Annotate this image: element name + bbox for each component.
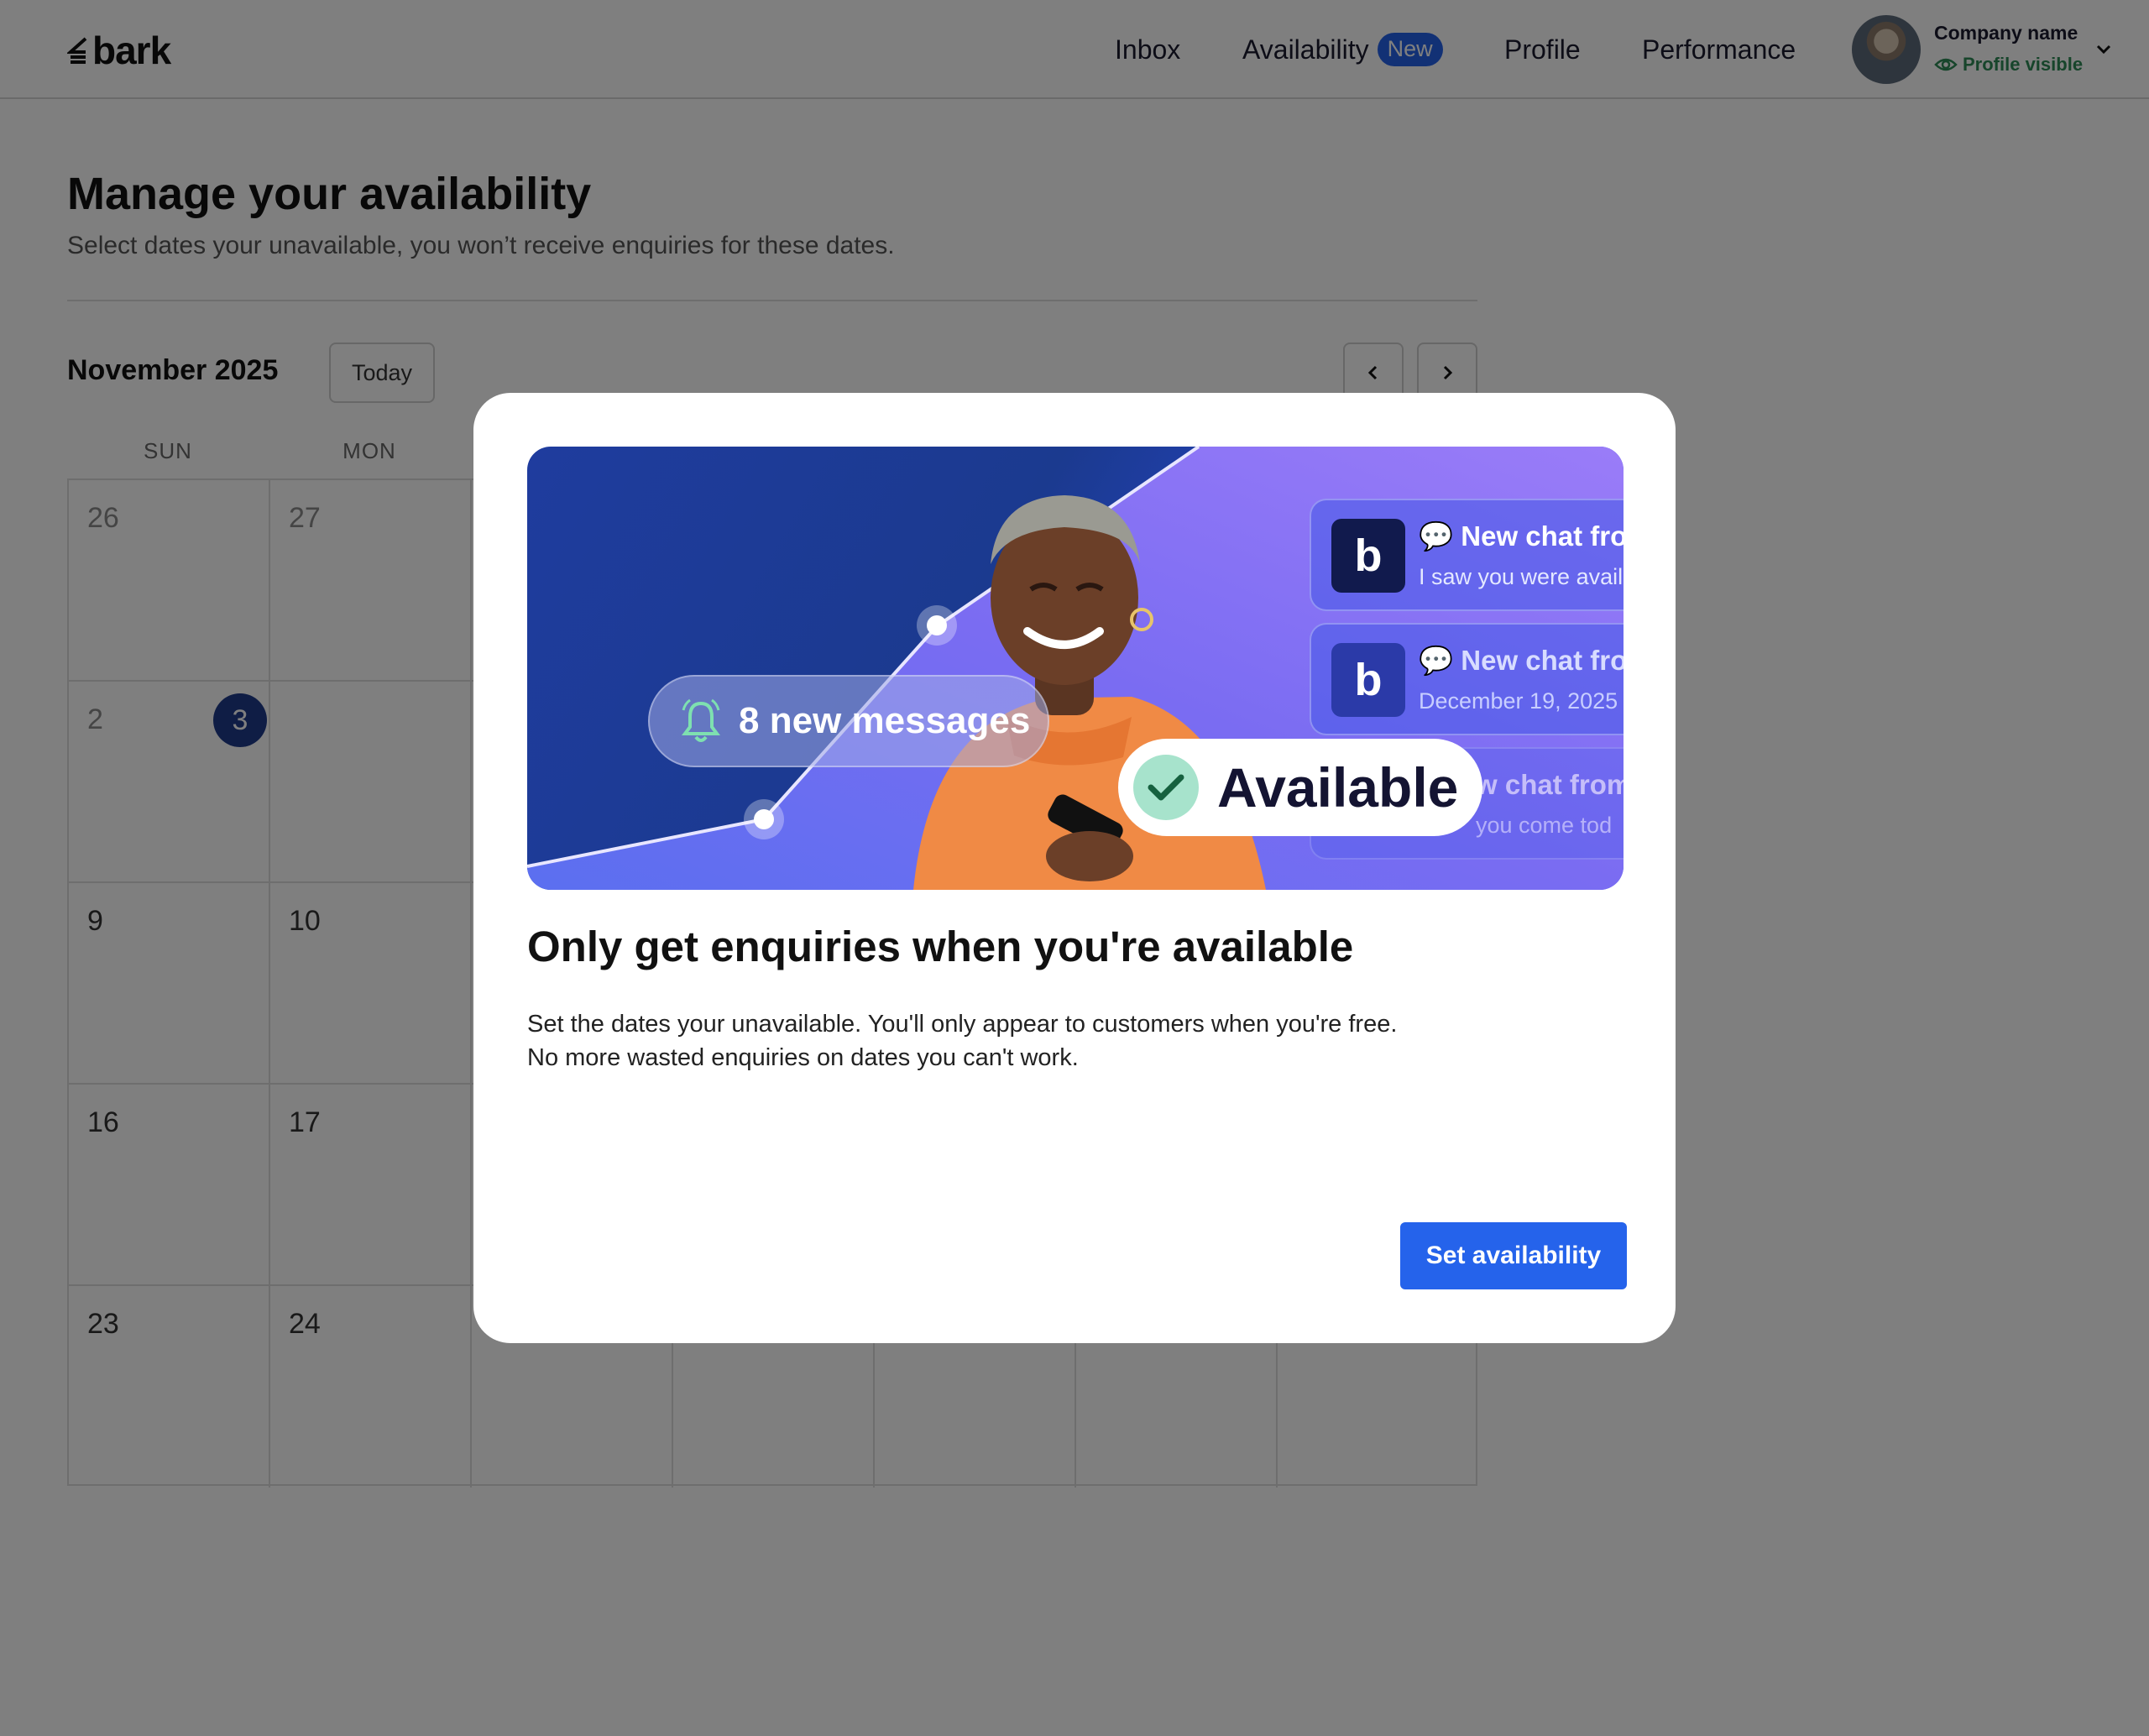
available-text: Available [1217, 756, 1459, 818]
chat-title-text: New chat from [1461, 520, 1624, 552]
modal-body-line: No more wasted enquiries on dates you ca… [527, 1044, 1079, 1071]
chat-notification-card: b 💬 New chat from December 19, 2025 [1310, 623, 1624, 735]
modal-body-line: Set the dates your unavailable. You'll o… [527, 1011, 1398, 1038]
availability-modal: 8 new messages b 💬 New chat from I saw y… [473, 393, 1676, 1343]
chat-preview: you come tod [1476, 813, 1613, 838]
new-messages-pill: 8 new messages [648, 675, 1049, 767]
modal-body: Set the dates your unavailable. You'll o… [527, 1007, 1602, 1075]
bark-app-letter: b [1354, 655, 1383, 705]
chart-dot [754, 809, 774, 829]
chat-title: 💬 New chat from [1419, 645, 1624, 677]
speech-bubble-icon: 💬 [1419, 645, 1454, 676]
check-icon [1133, 755, 1199, 820]
bark-app-icon: b [1331, 643, 1405, 717]
modal-title: Only get enquiries when you're available [527, 923, 1354, 970]
chat-title-text: New chat from [1461, 645, 1624, 676]
bell-icon [682, 698, 720, 742]
set-availability-button[interactable]: Set availability [1400, 1222, 1627, 1289]
hero-illustration: 8 new messages b 💬 New chat from I saw y… [527, 447, 1624, 890]
available-pill: Available [1118, 739, 1482, 836]
bark-app-letter: b [1354, 531, 1383, 581]
chat-title: w chat from [1476, 769, 1624, 800]
chat-title: 💬 New chat from [1419, 520, 1624, 553]
bark-app-icon: b [1331, 519, 1405, 593]
new-messages-text: 8 new messages [739, 700, 1031, 741]
chat-notification-card: b 💬 New chat from I saw you were avail [1310, 499, 1624, 611]
speech-bubble-icon: 💬 [1419, 520, 1454, 552]
chat-preview: December 19, 2025 [1419, 688, 1618, 714]
chat-preview: I saw you were avail [1419, 564, 1624, 589]
